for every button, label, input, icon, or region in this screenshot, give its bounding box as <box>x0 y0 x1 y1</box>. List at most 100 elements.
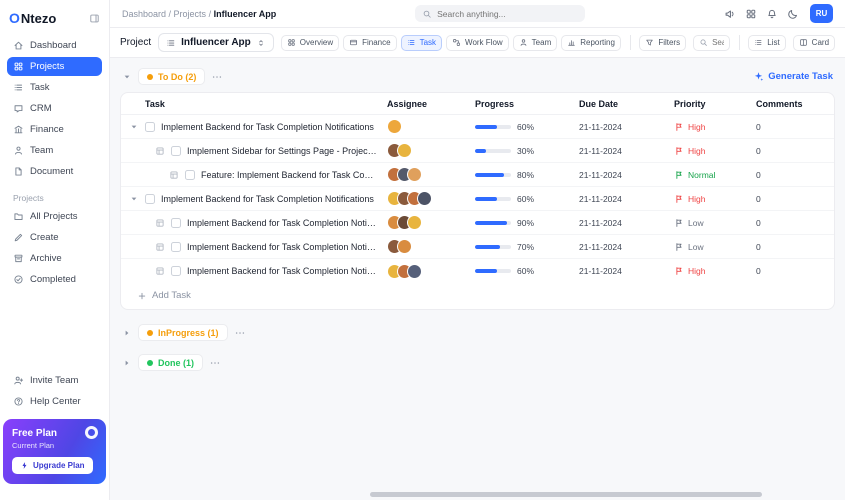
tab-task[interactable]: Task <box>400 34 443 51</box>
sidebar-item-crm[interactable]: CRM <box>7 99 102 118</box>
row-checkbox[interactable] <box>171 217 181 228</box>
horizontal-scrollbar[interactable] <box>370 492 762 497</box>
section-pill[interactable]: InProgress (1) <box>138 324 228 341</box>
sidebar: O Ntezo Dashboard Projects Task CRM Finance T… <box>0 0 110 500</box>
tab-team[interactable]: Team <box>512 34 558 51</box>
task-title: Implement Backend for Task Completion No… <box>187 266 377 276</box>
sidebar-item-completed[interactable]: Completed <box>7 270 102 289</box>
tab-work-flow[interactable]: Work Flow <box>446 34 509 51</box>
sidebar-item-help-center[interactable]: Help Center <box>7 392 102 411</box>
row-checkbox[interactable] <box>171 145 181 156</box>
project-selector[interactable]: Influencer App <box>158 33 274 52</box>
card-view-button[interactable]: Card <box>792 34 836 51</box>
task-row[interactable]: Implement Backend for Task Completion No… <box>121 115 834 139</box>
filters-button[interactable]: Filters <box>639 34 687 51</box>
row-checkbox[interactable] <box>171 241 181 252</box>
assignee-avatars <box>377 191 473 206</box>
section-caret-icon[interactable] <box>122 72 132 82</box>
tab-label: Work Flow <box>465 38 503 47</box>
task-row[interactable]: Feature: Implement Backend for Task Comp… <box>121 163 834 187</box>
notifications-icon[interactable] <box>766 8 778 20</box>
sidebar-item-dashboard[interactable]: Dashboard <box>7 36 102 55</box>
add-task-button[interactable]: Add Task <box>121 283 834 309</box>
tab-finance[interactable]: Finance <box>343 34 397 51</box>
sidebar-item-task[interactable]: Task <box>7 78 102 97</box>
progress-cell: 90% <box>473 218 573 228</box>
section-caret-icon[interactable] <box>122 328 132 338</box>
comments-count: 0 <box>756 121 761 132</box>
avatar <box>387 119 402 134</box>
flag-icon <box>674 194 684 204</box>
task-row[interactable]: Implement Backend for Task Completion No… <box>121 187 834 211</box>
generate-task-button[interactable]: Generate Task <box>753 71 833 82</box>
table-rows: Implement Backend for Task Completion No… <box>121 115 834 283</box>
progress-bar <box>475 269 511 273</box>
list-icon <box>13 82 24 93</box>
progress-value: 60% <box>517 266 535 276</box>
sort-chevrons-icon <box>256 38 266 48</box>
section-header-todo: To Do (2) Generate Task <box>122 68 833 85</box>
task-search[interactable] <box>693 34 730 51</box>
section-caret-icon[interactable] <box>122 358 132 368</box>
priority: High <box>668 146 752 156</box>
assignee-avatars <box>377 167 473 182</box>
tab-label: Task <box>419 38 437 47</box>
task-row[interactable]: Implement Sidebar for Settings Page - Pr… <box>121 139 834 163</box>
row-expand-icon[interactable] <box>129 194 139 204</box>
assignee-avatars <box>377 143 473 158</box>
progress-bar <box>475 148 511 153</box>
row-checkbox[interactable] <box>145 193 155 204</box>
sidebar-item-label: Create <box>30 232 59 243</box>
section-menu-icon[interactable] <box>209 357 221 369</box>
task-search-input[interactable] <box>712 38 724 47</box>
global-search[interactable] <box>415 5 586 22</box>
sidebar-item-label: Document <box>30 166 74 177</box>
logo-mark: O <box>9 10 20 26</box>
row-checkbox[interactable] <box>185 169 195 180</box>
upgrade-plan-button[interactable]: Upgrade Plan <box>12 457 93 474</box>
list-view-button[interactable]: List <box>748 34 786 51</box>
section-pill[interactable]: Done (1) <box>138 354 203 371</box>
apps-icon[interactable] <box>745 8 757 20</box>
row-expand-icon[interactable] <box>129 122 139 132</box>
tab-overview[interactable]: Overview <box>280 34 340 51</box>
user-avatar[interactable]: RU <box>810 4 833 23</box>
row-checkbox[interactable] <box>145 121 155 132</box>
task-row[interactable]: Implement Backend for Task Completion No… <box>121 259 834 283</box>
column-header-task: Task <box>145 98 165 109</box>
assignee-avatars <box>377 263 473 279</box>
progress-cell: 60% <box>473 194 573 204</box>
section-menu-icon[interactable] <box>211 71 223 83</box>
sidebar-item-all-projects[interactable]: All Projects <box>7 207 102 226</box>
sidebar-item-label: Team <box>30 145 54 156</box>
section-pill[interactable]: To Do (2) <box>138 68 206 85</box>
plus-icon <box>137 291 147 301</box>
dark-mode-icon[interactable] <box>787 8 799 20</box>
sidebar-item-label: Invite Team <box>30 375 79 386</box>
comments-count: 0 <box>756 241 761 252</box>
breadcrumb-item-projects[interactable]: Projects <box>174 9 207 19</box>
due-date: 21-11-2024 <box>579 266 622 276</box>
progress-bar <box>475 172 511 177</box>
task-row[interactable]: Implement Backend for Task Completion No… <box>121 211 834 235</box>
sidebar-item-archive[interactable]: Archive <box>7 249 102 268</box>
sidebar-item-finance[interactable]: Finance <box>7 120 102 139</box>
section-menu-icon[interactable] <box>234 327 246 339</box>
sidebar-item-invite-team[interactable]: Invite Team <box>7 371 102 390</box>
tab-reporting[interactable]: Reporting <box>561 34 621 51</box>
sidebar-collapse-icon[interactable] <box>89 13 100 24</box>
sidebar-item-projects[interactable]: Projects <box>7 57 102 76</box>
plan-ring-decoration <box>85 426 98 439</box>
global-search-input[interactable] <box>437 8 579 19</box>
row-checkbox[interactable] <box>171 266 181 276</box>
progress-value: 90% <box>517 217 535 228</box>
announcements-icon[interactable] <box>724 8 736 20</box>
task-row[interactable]: Implement Backend for Task Completion No… <box>121 235 834 259</box>
sidebar-item-create[interactable]: Create <box>7 228 102 247</box>
sidebar-item-label: Help Center <box>30 396 81 407</box>
grid-icon <box>287 38 296 47</box>
sidebar-item-team[interactable]: Team <box>7 141 102 160</box>
tab-label: Finance <box>362 38 391 47</box>
sidebar-item-document[interactable]: Document <box>7 162 102 181</box>
breadcrumb-item-dashboard[interactable]: Dashboard <box>122 9 166 19</box>
